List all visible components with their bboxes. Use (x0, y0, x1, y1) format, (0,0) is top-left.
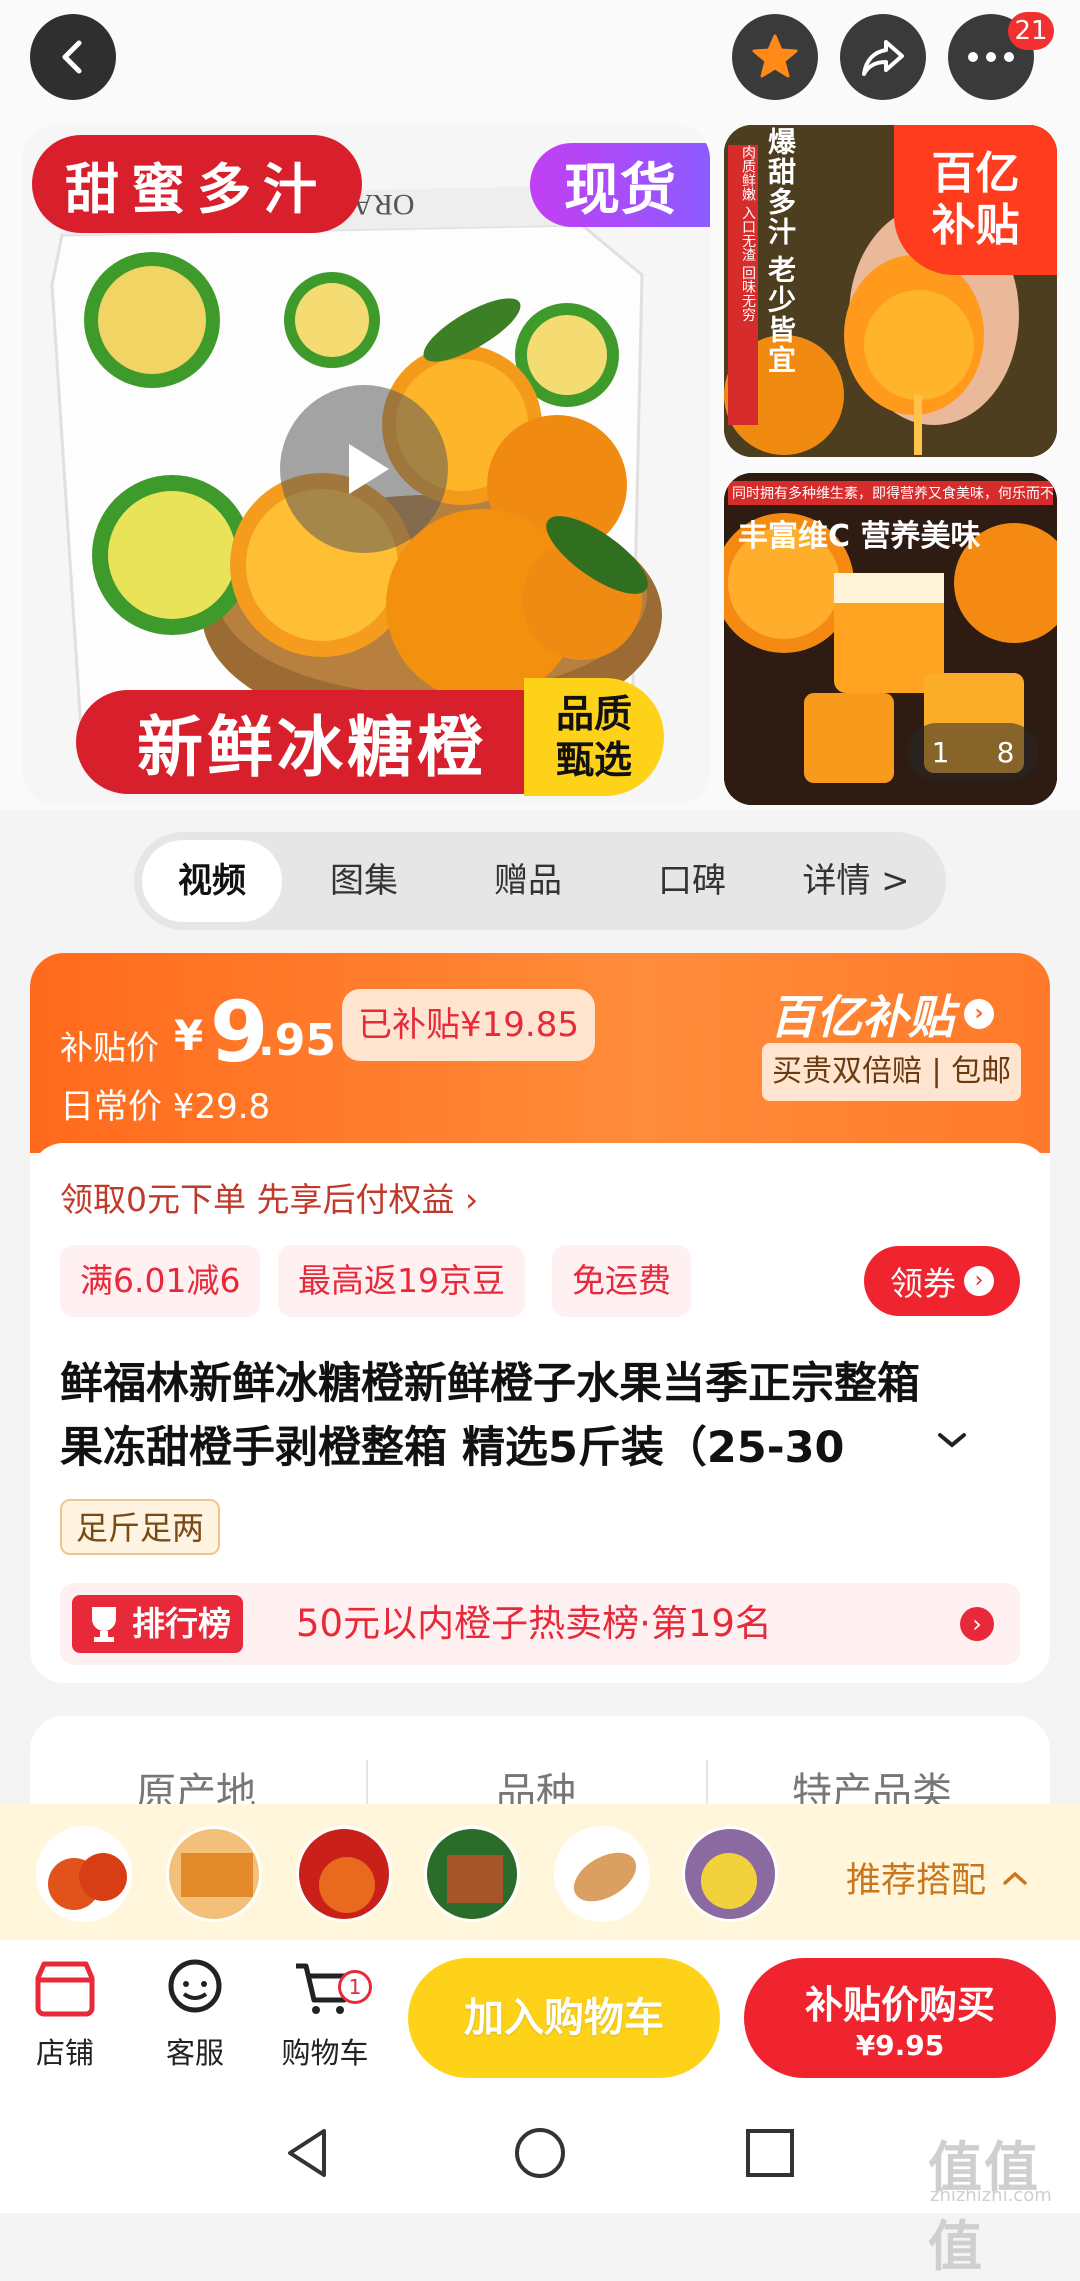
favorite-button[interactable] (732, 14, 818, 100)
product-gallery: ORANGE 甜蜜多汁 现货 新鲜冰糖橙 品质 甄选 爆甜多汁 老少皆宜 肉质鲜… (0, 0, 1080, 810)
main-product-image[interactable]: ORANGE 甜蜜多汁 现货 新鲜冰糖橙 品质 甄选 (22, 125, 710, 805)
quality-tag-line1: 品质 (555, 692, 632, 736)
system-navigation-bar: 值值值 zhizhizhi.com (0, 2095, 1080, 2278)
buy-button-line1: 补贴价购买 (804, 1983, 995, 2027)
add-to-cart-button[interactable]: 加入购物车 (408, 1958, 720, 2078)
ranking-row[interactable]: 排行榜 50元以内橙子热卖榜·第19名 › (60, 1583, 1020, 1665)
buy-subsidized-button[interactable]: 补贴价购买 ¥9.95 (744, 1958, 1056, 2078)
arrow-circle-icon: › (964, 1266, 994, 1296)
vertical-text-2: 老少皆宜 (764, 255, 797, 375)
jelly-caption: 丰富维C 营养美味 (738, 519, 981, 554)
tag-in-stock: 现货 (530, 143, 710, 227)
daily-price: 日常价 ¥29.8 (60, 1087, 271, 1127)
more-badge: 21 (1008, 12, 1054, 50)
shop-label: 店铺 (35, 2036, 94, 2070)
recommend-label[interactable]: 推荐搭配 (846, 1852, 1030, 1903)
recommend-thumb-passion-fruit[interactable] (682, 1826, 778, 1922)
recommend-thumb-chicken[interactable] (554, 1826, 650, 1922)
tab-reviews[interactable]: 口碑 (610, 840, 774, 922)
tab-video[interactable]: 视频 (142, 840, 282, 922)
play-icon (349, 444, 389, 494)
service-nav[interactable]: 客服 (140, 1958, 250, 2072)
tag-sweet-juicy: 甜蜜多汁 (32, 135, 362, 233)
cart-badge: 1 (338, 1970, 372, 2004)
main-banner: 新鲜冰糖橙 (76, 690, 548, 794)
subsidy-badge-line1: 百亿 (931, 148, 1020, 199)
back-button[interactable] (30, 14, 116, 100)
recommend-thumb-blood-orange[interactable] (36, 1826, 132, 1922)
home-circle-icon[interactable] (512, 2125, 568, 2181)
share-icon (862, 40, 904, 76)
recents-square-icon[interactable] (742, 2125, 798, 2181)
back-triangle-icon[interactable] (280, 2125, 336, 2181)
guarantee-badge: 买贵双倍赔 | 包邮 (762, 1043, 1022, 1101)
chevron-up-icon (1003, 1871, 1027, 1885)
price-currency: ¥ (174, 1011, 204, 1060)
pager-total: 8 (996, 735, 1015, 769)
pager-current: 1 (931, 735, 950, 769)
claim-coupon-button[interactable]: 领券 › (864, 1246, 1020, 1316)
buy-button-price: ¥9.95 (855, 2029, 945, 2062)
recommend-thumb-red-orange[interactable] (296, 1826, 392, 1922)
quality-tag-line2: 甄选 (555, 738, 632, 782)
subsidized-amount: 已补贴¥19.85 (342, 989, 595, 1061)
tab-gallery[interactable]: 图集 (282, 840, 446, 922)
jelly-small-top-text: 同时拥有多种维生素，即得营养又食美味，何乐而不为 (728, 481, 1053, 505)
shop-nav[interactable]: 店铺 (10, 1958, 120, 2072)
service-label: 客服 (165, 2036, 224, 2070)
gallery-tabs: 视频 图集 赠品 口碑 详情 > (134, 832, 946, 930)
coupon-chip-free-shipping[interactable]: 免运费 (552, 1245, 691, 1317)
subsidy-badge-line2: 补贴 (931, 200, 1020, 251)
watermark-url: zhizhizhi.com (930, 2185, 1052, 2206)
tab-gifts[interactable]: 赠品 (446, 840, 610, 922)
price-label: 补贴价 (60, 1028, 159, 1067)
bottom-action-bar: 店铺 客服 购物车 1 加入购物车 补贴价购买 ¥9.95 (0, 1940, 1080, 2095)
more-dots-icon (968, 52, 1014, 62)
billion-subsidy-label: 百亿补贴 (770, 990, 954, 1044)
product-title-line2: 果冻甜橙手剥橙整箱 精选5斤装（25-30 (60, 1423, 845, 1473)
arrow-circle-icon: › (964, 999, 994, 1029)
coupon-chip-discount[interactable]: 满6.01减6 (60, 1245, 261, 1317)
side-image-jelly[interactable]: 同时拥有多种维生素，即得营养又食美味，何乐而不为 丰富维C 营养美味 1 8 (724, 473, 1057, 805)
price-card: 补贴价 ¥ 9 .95 已补贴¥19.85 日常价 ¥29.8 百亿补贴 › 买… (30, 953, 1050, 1683)
recommend-thumb-snack-box[interactable] (166, 1826, 262, 1922)
quality-tag: 品质 甄选 (524, 678, 664, 796)
star-icon (752, 34, 798, 78)
side-image-squeeze[interactable]: 爆甜多汁 老少皆宜 肉质鲜嫩 入口无渣 回味无穷 百亿 补贴 (724, 125, 1057, 457)
customer-service-icon (168, 1959, 222, 2013)
ranking-text: 50元以内橙子热卖榜·第19名 (296, 1602, 772, 1645)
share-button[interactable] (840, 14, 926, 100)
tab-details[interactable]: 详情 > (774, 840, 938, 922)
cart-label: 购物车 (281, 2036, 369, 2070)
chevron-left-icon (62, 40, 82, 74)
full-weight-tag: 足斤足两 (60, 1499, 221, 1555)
billion-subsidy-link[interactable]: 百亿补贴 › (770, 981, 994, 1047)
expand-chevron-icon[interactable] (936, 1429, 968, 1451)
play-video-button[interactable] (280, 385, 448, 553)
arrow-circle-icon: › (960, 1607, 994, 1641)
recommend-thumb-dried-meat[interactable] (424, 1826, 520, 1922)
recommend-label-text: 推荐搭配 (846, 1861, 987, 1901)
price-decimal: .95 (258, 1015, 336, 1066)
claim-coupon-label: 领券 (890, 1264, 956, 1303)
product-title-line1: 鲜福林新鲜冰糖橙新鲜橙子水果当季正宗整箱 (60, 1359, 920, 1409)
vertical-small-text: 肉质鲜嫩 入口无渣 回味无穷 (728, 145, 758, 425)
vertical-text-1: 爆甜多汁 (764, 127, 797, 247)
store-icon (35, 1961, 95, 2017)
ranking-badge-label: 排行榜 (132, 1604, 231, 1643)
trophy-icon (92, 1607, 116, 1642)
pay-later-link[interactable]: 领取0元下单 先享后付权益 › (60, 1173, 478, 1221)
image-pager: 1 8 (908, 723, 1038, 781)
coupon-chip-jd-beans[interactable]: 最高返19京豆 (278, 1245, 525, 1317)
subsidy-badge: 百亿 补贴 (894, 125, 1057, 275)
